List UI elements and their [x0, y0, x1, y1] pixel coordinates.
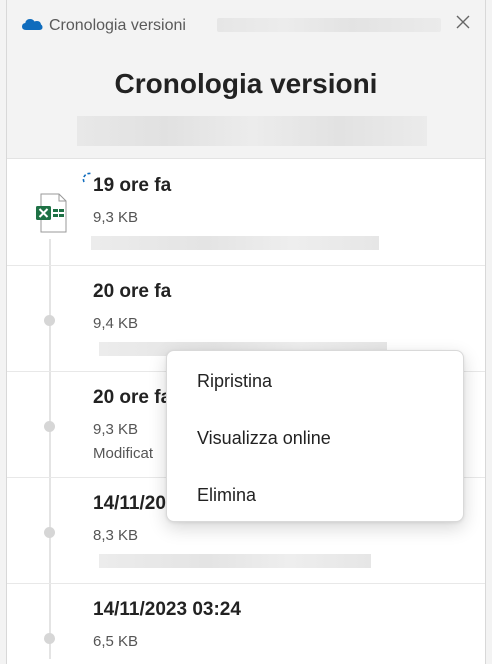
menu-item-view-online[interactable]: Visualizza online — [167, 412, 463, 464]
version-time: 20 ore fa — [93, 387, 172, 408]
excel-file-icon — [35, 193, 67, 238]
page-title: Cronologia versioni — [114, 68, 378, 99]
version-time: 19 ore fa — [93, 175, 172, 196]
panel-header: Cronologia versioni — [7, 48, 485, 159]
version-time: 14/11/2023 03:24 — [93, 599, 241, 620]
redacted-author — [99, 554, 371, 568]
timeline-dot — [44, 633, 55, 644]
version-context-menu: Ripristina Visualizza online Elimina — [166, 350, 464, 522]
version-time: 14/11/20 — [93, 493, 166, 514]
menu-item-delete[interactable]: Elimina — [167, 469, 463, 521]
redacted-file-path — [77, 116, 427, 146]
version-item[interactable]: 14/11/2023 03:24 6,5 KB — [7, 583, 485, 664]
version-time: 20 ore fa — [93, 281, 172, 302]
title-bar: Cronologia versioni — [7, 0, 485, 48]
redacted-author — [91, 236, 379, 250]
timeline-dot — [44, 315, 55, 326]
version-size: 9,4 KB — [93, 315, 139, 332]
version-history-window: Cronologia versioni Cronologia versioni — [6, 0, 486, 664]
version-size: 9,3 KB — [93, 421, 139, 438]
redacted-filename — [217, 18, 441, 32]
version-author: Modificat — [93, 445, 154, 462]
version-size: 8,3 KB — [93, 527, 139, 544]
onedrive-cloud-icon — [21, 16, 43, 37]
version-size: 6,5 KB — [93, 633, 139, 650]
close-icon — [455, 14, 471, 35]
window-title: Cronologia versioni — [49, 17, 186, 34]
timeline-dot — [44, 421, 55, 432]
version-size: 9,3 KB — [93, 209, 139, 226]
version-item[interactable]: 19 ore fa 9,3 KB — [7, 159, 485, 266]
close-button[interactable] — [451, 12, 475, 36]
menu-item-restore[interactable]: Ripristina — [167, 355, 463, 407]
timeline-dot — [44, 527, 55, 538]
